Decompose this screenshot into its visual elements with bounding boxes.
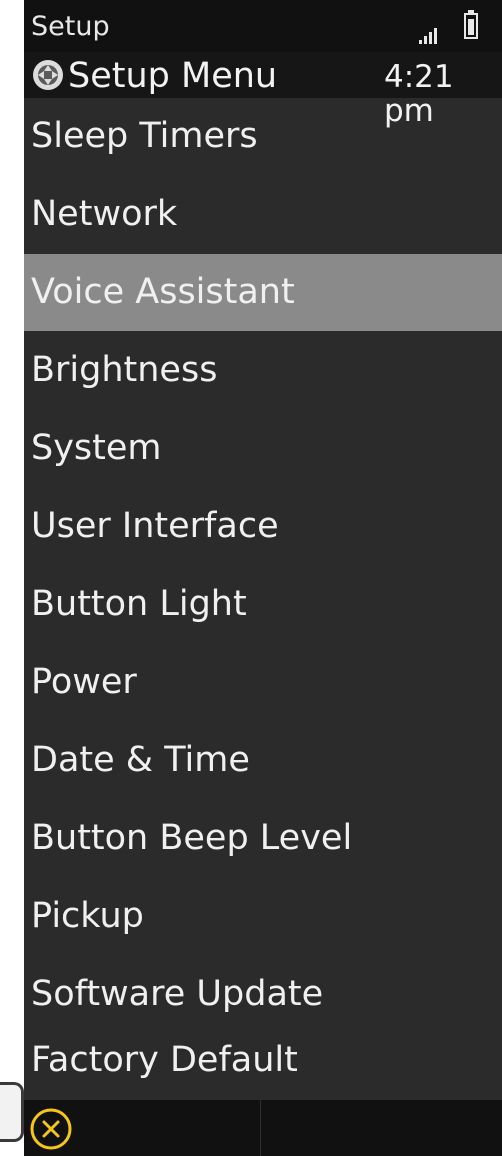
device-bezel (0, 1082, 24, 1142)
bottom-bar (24, 1100, 502, 1156)
menu-item-factory-default[interactable]: Factory Default (24, 1022, 502, 1099)
menu-item-button-light[interactable]: Button Light (24, 566, 502, 643)
page-title: Setup Menu (68, 56, 278, 96)
menu-item-network[interactable]: Network (24, 176, 502, 253)
menu-item-brightness[interactable]: Brightness (24, 332, 502, 409)
title-bar: Setup Menu 4:21 pm (24, 52, 502, 128)
menu-item-power[interactable]: Power (24, 644, 502, 721)
menu-item-date-time[interactable]: Date & Time (24, 722, 502, 799)
app-name: Setup (31, 11, 110, 42)
menu-item-voice-assistant[interactable]: Voice Assistant (24, 254, 502, 331)
menu-item-system[interactable]: System (24, 410, 502, 487)
menu-item-button-beep-level[interactable]: Button Beep Level (24, 800, 502, 877)
signal-bars-icon (419, 28, 439, 44)
softkey-divider (260, 1100, 261, 1156)
status-bar: Setup (24, 0, 502, 52)
battery-icon (464, 10, 478, 39)
menu-item-sleep-timers[interactable]: Sleep Timers (24, 98, 502, 175)
menu-item-user-interface[interactable]: User Interface (24, 488, 502, 565)
menu-item-pickup[interactable]: Pickup (24, 878, 502, 955)
device-screen: Setup Setup Menu 4:21 pm Sleep Timers Ne… (24, 0, 502, 1156)
close-circle-icon[interactable] (28, 1106, 74, 1152)
setup-gear-icon (33, 60, 63, 90)
